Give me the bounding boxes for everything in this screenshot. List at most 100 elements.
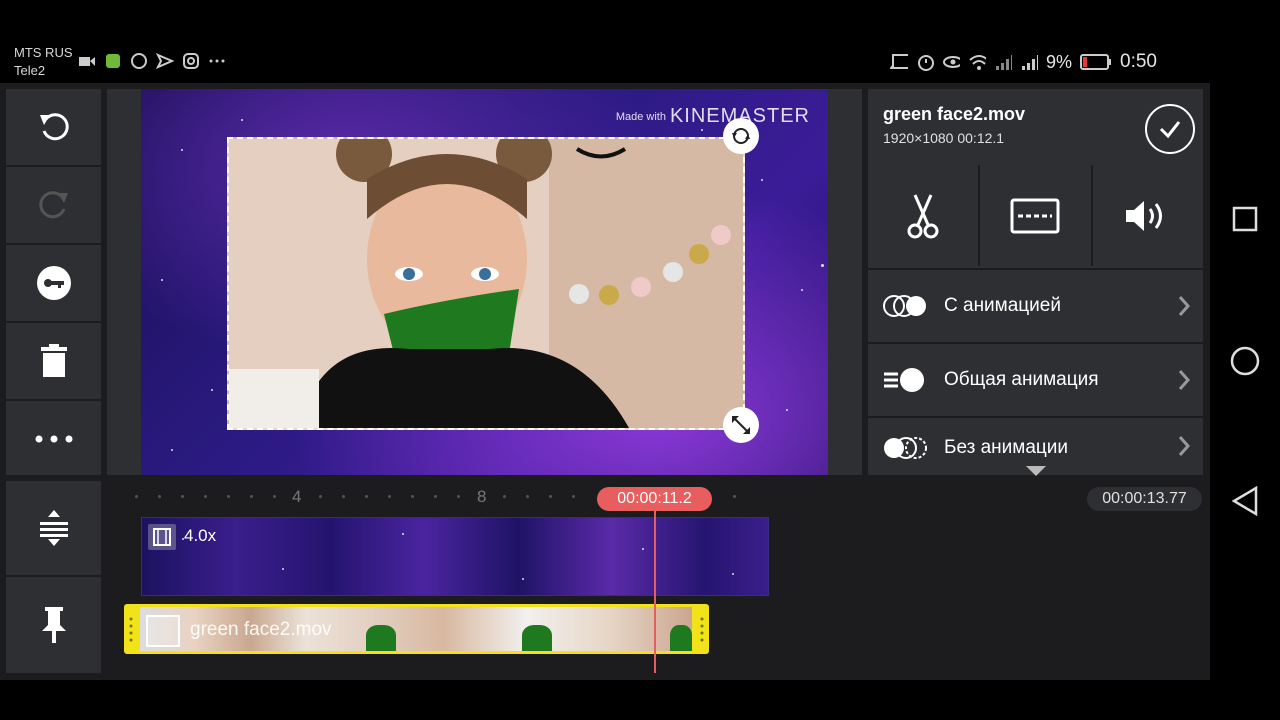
watermark-small: Made with	[615, 110, 666, 123]
clip-thumbnails: green face2.mov	[140, 607, 692, 651]
ruler-tick	[250, 495, 253, 498]
anim-out-icon	[884, 436, 927, 459]
scissors-icon	[907, 193, 939, 238]
inspector-panel: green face2.mov 1920×1080 00:12.1 С аним…	[868, 89, 1203, 477]
ruler-mark: 4	[292, 487, 302, 506]
ruler-tick	[365, 495, 368, 498]
split-screen-button[interactable]	[980, 165, 1091, 266]
resize-icon	[732, 416, 750, 434]
app-icon	[104, 52, 122, 70]
pin-button[interactable]	[6, 577, 101, 673]
menu-out-animation[interactable]: Без анимации	[868, 416, 1203, 477]
selected-layer[interactable]	[227, 137, 745, 430]
battery-percent: 9%	[1046, 51, 1073, 72]
resize-handle[interactable]	[723, 407, 759, 443]
notification-icons	[78, 52, 226, 70]
clip-name: green face2.mov	[883, 104, 1026, 124]
ruler-tick	[342, 495, 345, 498]
chevron-right-icon	[1178, 370, 1191, 390]
key-icon	[36, 266, 71, 300]
main-track-clip-selected[interactable]: green face2.mov	[124, 604, 709, 654]
left-trim-handle[interactable]	[128, 616, 134, 642]
ruler-tick	[158, 495, 161, 498]
alarm-icon	[916, 53, 934, 71]
menu-in-animation[interactable]: С анимацией	[868, 268, 1203, 342]
chevron-right-icon	[1178, 436, 1191, 456]
cast-icon	[890, 53, 908, 71]
clip-meta: 1920×1080 00:12.1	[883, 130, 1005, 146]
preview-canvas[interactable]: Made with KINEMASTER	[141, 89, 828, 475]
overlay-track-clip[interactable]: 4.0x	[141, 517, 769, 596]
ruler-tick	[503, 495, 506, 498]
ruler-tick	[733, 495, 736, 498]
right-trim-handle[interactable]	[699, 616, 705, 642]
ruler-tick	[135, 495, 138, 498]
clip-tools	[868, 165, 1203, 266]
undo-button[interactable]	[6, 89, 101, 167]
keyframe-button[interactable]	[6, 245, 101, 323]
ruler-tick	[572, 495, 575, 498]
recents-button[interactable]	[1232, 206, 1258, 232]
chevron-right-icon	[1178, 296, 1191, 316]
check-icon	[1159, 121, 1181, 139]
android-nav-bar	[1210, 0, 1280, 720]
home-button[interactable]	[1230, 346, 1260, 376]
more-icon	[208, 52, 226, 70]
rotate-handle[interactable]	[723, 118, 759, 154]
wifi-icon	[968, 53, 986, 71]
ruler-tick	[181, 495, 184, 498]
ruler-tick	[204, 495, 207, 498]
ruler-tick	[273, 495, 276, 498]
back-button[interactable]	[1232, 486, 1258, 516]
video-icon	[78, 52, 96, 70]
pin-icon	[41, 607, 66, 643]
ruler-tick	[457, 495, 460, 498]
send-icon	[156, 52, 174, 70]
ruler-tick	[549, 495, 552, 498]
signal1-icon	[994, 53, 1012, 71]
timeline-expand-button[interactable]	[6, 481, 101, 577]
expand-icon	[39, 510, 68, 546]
more-button[interactable]	[6, 401, 101, 477]
eye-icon	[942, 53, 960, 71]
delete-button[interactable]	[6, 323, 101, 401]
menu-label: Общая анимация	[944, 369, 1099, 390]
trim-split-button[interactable]	[868, 165, 979, 266]
left-toolbar	[6, 89, 101, 475]
volume-button[interactable]	[1092, 165, 1203, 266]
ruler-tick	[227, 495, 230, 498]
ruler-tick	[411, 495, 414, 498]
menu-overall-animation[interactable]: Общая анимация	[868, 342, 1203, 416]
scroll-down-icon[interactable]	[1026, 466, 1046, 477]
redo-button[interactable]	[6, 167, 101, 245]
volume-icon	[1125, 200, 1162, 231]
signal2-icon	[1020, 53, 1038, 71]
total-time: 00:00:13.77	[1087, 487, 1202, 511]
film-icon	[146, 615, 180, 647]
split-screen-icon	[1010, 198, 1060, 233]
trash-icon	[40, 344, 67, 377]
ruler-tick	[319, 495, 322, 498]
ruler-mark: 8	[477, 487, 487, 506]
anim-in-icon	[883, 295, 926, 317]
anim-overall-icon	[884, 368, 924, 392]
film-icon	[148, 524, 176, 550]
instagram-icon	[182, 52, 200, 70]
menu-label: Без анимации	[944, 436, 1069, 458]
speed-label: 4.0x	[184, 526, 217, 545]
ruler-tick	[388, 495, 391, 498]
playhead-time: 00:00:11.2	[597, 487, 712, 511]
undo-icon	[39, 113, 69, 141]
status-carriers: MTS RUS Tele2	[14, 44, 73, 80]
done-button[interactable]	[1145, 104, 1195, 154]
timeline-toolbar	[6, 481, 101, 673]
rotate-icon	[732, 128, 750, 144]
watermark: Made with KINEMASTER	[616, 105, 810, 128]
video-frame-image	[229, 139, 743, 428]
clip-label: green face2.mov	[190, 619, 332, 640]
carrier-2: Tele2	[14, 63, 46, 78]
redo-icon	[38, 191, 68, 219]
ruler-tick	[526, 495, 529, 498]
playhead[interactable]	[654, 510, 656, 673]
clock: 0:50	[1120, 51, 1157, 72]
